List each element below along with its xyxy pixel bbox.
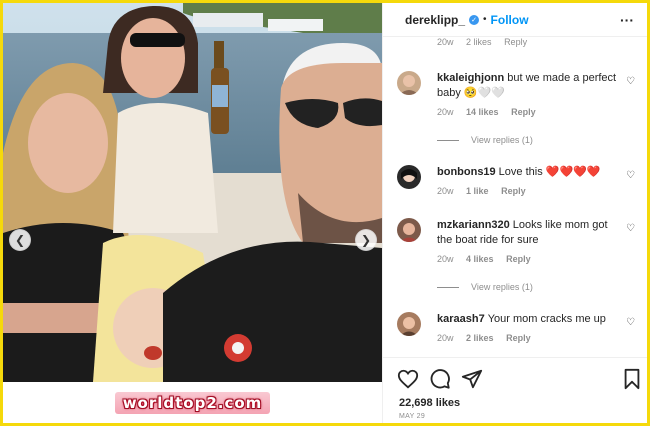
comment-username[interactable]: bonbons19 (437, 166, 496, 178)
previous-photo-button[interactable]: ❮ (9, 229, 31, 251)
comment-username[interactable]: kkaleighjonn (437, 72, 504, 84)
view-replies-label: View replies (1) (471, 282, 533, 292)
comment-time: 20w (437, 37, 454, 47)
comment-likes[interactable]: 4 likes (466, 254, 494, 264)
view-replies-button[interactable]: View replies (1) (437, 135, 533, 145)
selfie-image (3, 3, 382, 382)
avatar[interactable] (397, 218, 421, 242)
comment-heart-icon[interactable]: ♡ (626, 171, 636, 181)
comment-body: Love this ❤️❤️❤️❤️ (498, 166, 601, 178)
likes-count[interactable]: 22,698 likes (399, 397, 460, 409)
comment-meta: 20w 2 likes Reply (437, 333, 541, 343)
post-side-panel: dereklipp_ ✓ • Follow ··· 20w 2 likes Re… (382, 3, 647, 423)
comment-text: kkaleighjonn but we made a perfect baby 🥺… (437, 71, 617, 101)
comments-list[interactable]: 20w 2 likes Reply kkaleighjonn but we mad… (383, 37, 647, 355)
comment-heart-icon[interactable]: ♡ (626, 224, 636, 234)
comment-time: 20w (437, 107, 454, 117)
instagram-post: ❮ ❯ worldtop2.com dereklipp_ ✓ • Follow … (3, 3, 647, 423)
avatar[interactable] (397, 165, 421, 189)
yellow-frame: ❮ ❯ worldtop2.com dereklipp_ ✓ • Follow … (0, 0, 650, 426)
watermark: worldtop2.com (114, 391, 271, 414)
comment-icon[interactable] (429, 368, 451, 390)
comment-heart-icon[interactable]: ♡ (626, 77, 636, 87)
reply-button[interactable]: Reply (506, 333, 531, 343)
view-replies-button[interactable]: View replies (1) (437, 282, 533, 292)
comment-time: 20w (437, 254, 454, 264)
more-options-icon[interactable]: ··· (620, 12, 634, 28)
verified-badge-icon: ✓ (469, 14, 480, 25)
comment-likes[interactable]: 2 likes (466, 37, 492, 47)
avatar[interactable] (397, 71, 421, 95)
watermark-area: worldtop2.com (3, 382, 382, 423)
comment-meta: 20w 14 likes Reply (437, 107, 546, 117)
share-icon[interactable] (461, 368, 483, 390)
comment-meta: 20w 4 likes Reply (437, 254, 541, 264)
comment-username[interactable]: karaash7 (437, 313, 485, 325)
reply-button[interactable]: Reply (506, 254, 531, 264)
avatar[interactable] (397, 312, 421, 336)
reply-button[interactable]: Reply (501, 186, 526, 196)
post-date: MAY 29 (399, 413, 426, 420)
chevron-left-icon: ❮ (14, 233, 26, 247)
comment-username[interactable]: mzkariann320 (437, 219, 510, 231)
comment-likes[interactable]: 14 likes (466, 107, 499, 117)
comment-text: mzkariann320 Looks like mom got the boat … (437, 218, 617, 248)
chevron-right-icon: ❯ (360, 233, 372, 247)
comment-likes[interactable]: 2 likes (466, 333, 494, 343)
comment-likes[interactable]: 1 like (466, 186, 489, 196)
divider-line (437, 139, 459, 141)
view-replies-label: View replies (1) (471, 135, 533, 145)
comment-meta: 20w 1 like Reply (437, 186, 536, 196)
post-photo[interactable]: ❮ ❯ (3, 3, 382, 382)
partial-comment-meta: 20w 2 likes Reply (437, 37, 537, 47)
author-username[interactable]: dereklipp_ (405, 13, 465, 27)
bookmark-icon[interactable] (621, 368, 643, 390)
comment-body: Your mom cracks me up (487, 313, 606, 325)
comment-text: bonbons19 Love this ❤️❤️❤️❤️ (437, 165, 617, 180)
post-actions: 22,698 likes MAY 29 (383, 357, 647, 423)
follow-button[interactable]: Follow (491, 13, 529, 27)
reply-button[interactable]: Reply (504, 37, 527, 47)
comment-heart-icon[interactable]: ♡ (626, 318, 636, 328)
comment-time: 20w (437, 333, 454, 343)
comment-text: karaash7 Your mom cracks me up (437, 312, 617, 327)
next-photo-button[interactable]: ❯ (355, 229, 377, 251)
comment-time: 20w (437, 186, 454, 196)
heart-icon[interactable] (397, 368, 419, 390)
header-separator: • (483, 14, 487, 25)
reply-button[interactable]: Reply (511, 107, 536, 117)
divider-line (437, 286, 459, 288)
post-header: dereklipp_ ✓ • Follow ··· (383, 3, 647, 37)
